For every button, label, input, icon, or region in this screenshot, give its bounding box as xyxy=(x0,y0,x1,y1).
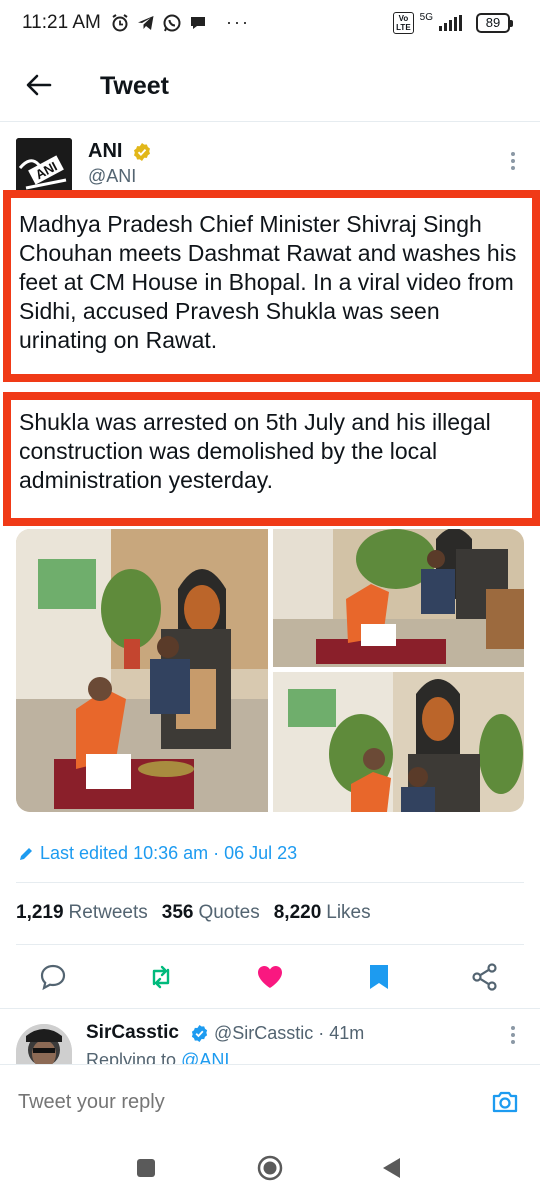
tweet-more-options-button[interactable] xyxy=(508,150,518,174)
volte-badge: Vo LTE xyxy=(393,12,414,34)
network-type: 5G xyxy=(419,11,433,23)
app-header: Tweet xyxy=(0,50,540,122)
like-button[interactable] xyxy=(255,962,285,992)
tweet-media-grid xyxy=(16,529,524,812)
divider xyxy=(16,944,524,945)
battery-indicator: 89 xyxy=(476,13,513,33)
verified-badge-icon xyxy=(134,143,150,161)
heart-filled-icon xyxy=(258,966,282,988)
bookmark-button[interactable] xyxy=(364,962,394,992)
reply-icon xyxy=(40,964,66,991)
back-nav-button[interactable] xyxy=(378,1154,406,1182)
divider xyxy=(0,1008,540,1009)
reply-author-meta: @SirCasstic · 41m xyxy=(214,1023,365,1043)
verified-badge-icon xyxy=(191,1024,208,1043)
author-handle[interactable]: @ANI xyxy=(88,166,136,187)
camera-button[interactable] xyxy=(490,1087,520,1117)
tweet-photo-2[interactable] xyxy=(273,529,524,667)
signal-icon xyxy=(439,15,462,31)
likes-stat[interactable]: 8,220 Likes xyxy=(274,902,371,924)
camera-icon xyxy=(492,1091,518,1113)
tweet-photo-1[interactable] xyxy=(16,529,268,812)
edit-pencil-icon xyxy=(20,847,32,860)
system-nav-bar xyxy=(0,1140,540,1200)
divider xyxy=(16,882,524,883)
notification-icons: ··· xyxy=(110,12,250,33)
author-name[interactable]: ANI xyxy=(88,140,122,163)
whatsapp-icon xyxy=(162,13,182,33)
retweet-icon xyxy=(152,965,170,989)
author-avatar[interactable]: ANI xyxy=(16,138,72,194)
chat-icon xyxy=(188,13,208,33)
quotes-stat[interactable]: 356 Quotes xyxy=(162,902,260,924)
status-time: 11:21 AM xyxy=(22,12,101,33)
share-button[interactable] xyxy=(470,962,500,992)
tweet-text-paragraph-2: Shukla was arrested on 5th July and his … xyxy=(3,392,540,526)
page-title: Tweet xyxy=(100,72,169,100)
telegram-icon xyxy=(136,13,156,33)
tweet-stats: 1,219 Retweets 356 Quotes 8,220 Likes xyxy=(16,902,371,924)
retweets-stat[interactable]: 1,219 Retweets xyxy=(16,902,148,924)
retweets-count: 1,219 xyxy=(16,902,64,923)
tweet-photo-3[interactable] xyxy=(273,672,524,812)
system-indicators: Vo LTE 5G 89 xyxy=(393,11,513,34)
likes-count: 8,220 xyxy=(273,902,322,923)
reply-more-options-button[interactable] xyxy=(508,1024,518,1048)
status-bar: 11:21 AM ··· Vo LTE 5G 89 xyxy=(0,0,540,50)
quotes-label: Quotes xyxy=(198,902,260,923)
home-button[interactable] xyxy=(256,1154,284,1182)
reply-author-name[interactable]: SirCasstic xyxy=(86,1022,179,1044)
retweet-button[interactable] xyxy=(146,962,176,992)
recents-button[interactable] xyxy=(132,1154,160,1182)
reply-button[interactable] xyxy=(38,962,68,992)
quotes-count: 356 xyxy=(161,902,194,923)
circle-home-icon xyxy=(257,1155,283,1181)
arrow-left-icon xyxy=(26,74,52,96)
alarm-icon xyxy=(110,13,130,33)
reply-input[interactable] xyxy=(18,1091,438,1114)
last-edited-link[interactable]: Last edited 10:36 am · 06 Jul 23 xyxy=(18,843,297,864)
reply-compose-bar xyxy=(0,1064,540,1140)
more-notifications-icon: ··· xyxy=(226,12,250,32)
tweet-actions xyxy=(0,952,540,1000)
triangle-back-icon xyxy=(383,1158,400,1178)
share-icon xyxy=(472,963,497,991)
retweets-label: Retweets xyxy=(68,902,148,923)
back-button[interactable] xyxy=(22,68,56,102)
last-edited-text: Last edited 10:36 am · 06 Jul 23 xyxy=(40,843,298,863)
tweet-text-paragraph-1: Madhya Pradesh Chief Minister Shivraj Si… xyxy=(3,190,540,382)
likes-label: Likes xyxy=(326,902,371,923)
bookmark-filled-icon xyxy=(370,965,388,989)
square-icon xyxy=(137,1159,155,1177)
ani-logo-icon: ANI xyxy=(16,138,72,194)
